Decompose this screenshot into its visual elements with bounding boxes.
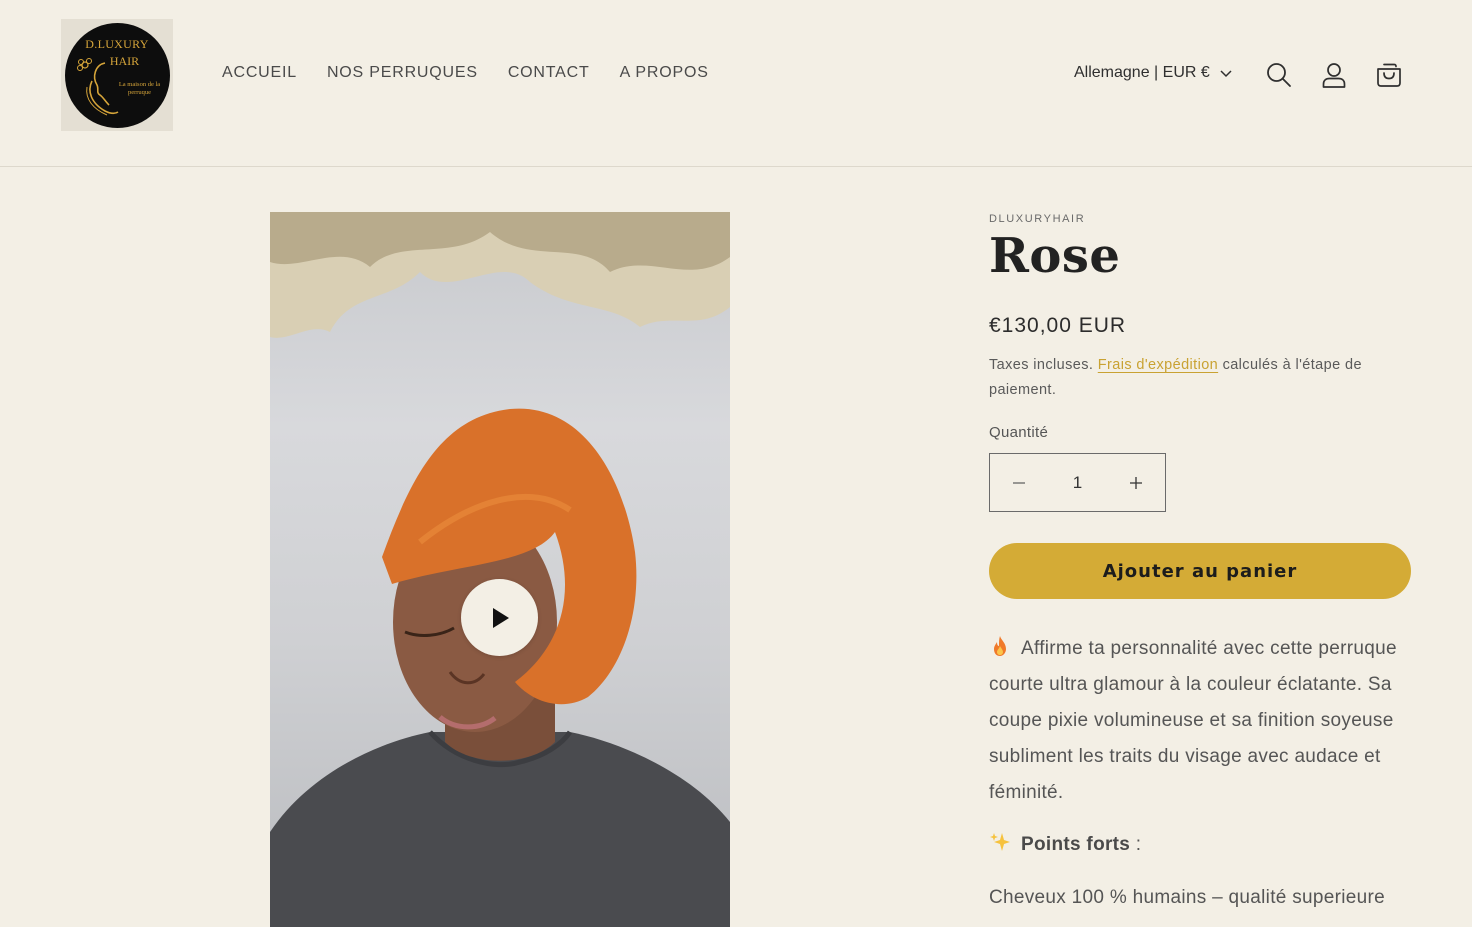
product-video-frame (270, 212, 730, 927)
add-to-cart-button[interactable]: Ajouter au panier (989, 543, 1411, 599)
product-price: €130,00 EUR (989, 314, 1127, 337)
play-video-button[interactable] (461, 579, 538, 656)
logo-badge: D.LUXURY HAIR La maison de la perruque (64, 22, 170, 128)
quantity-increase-button[interactable] (1107, 454, 1165, 511)
woman-silhouette-icon (76, 57, 118, 115)
logo-tagline: La maison de la perruque (118, 80, 161, 96)
nav-item-contact[interactable]: CONTACT (508, 64, 590, 82)
tax-prefix: Taxes incluses. (989, 357, 1098, 373)
sparkles-icon (990, 833, 1010, 851)
country-currency-selector[interactable]: Allemagne | EUR € (1074, 64, 1233, 82)
nav-item-accueil[interactable]: ACCUEIL (222, 64, 297, 82)
search-button[interactable] (1263, 59, 1295, 91)
quantity-stepper (989, 453, 1166, 512)
plus-icon (1130, 476, 1142, 489)
store-logo[interactable]: D.LUXURY HAIR La maison de la perruque (61, 19, 173, 131)
highlights-heading: Points forts : (989, 831, 1141, 856)
quantity-decrease-button[interactable] (990, 454, 1048, 511)
main-navigation: ACCUEIL NOS PERRUQUES CONTACT A PROPOS (222, 64, 709, 82)
highlight-item: Cheveux 100 % humains – qualité superieu… (989, 887, 1386, 908)
product-title: Rose (989, 228, 1121, 284)
account-button[interactable] (1318, 59, 1350, 91)
nav-item-nos-perruques[interactable]: NOS PERRUQUES (327, 64, 478, 82)
cart-icon (1377, 63, 1401, 87)
chevron-down-icon (1220, 70, 1232, 78)
tax-shipping-note: Taxes incluses. Frais d'expédition calcu… (989, 353, 1389, 403)
search-icon (1267, 63, 1291, 87)
fire-icon (994, 636, 1006, 656)
quantity-label: Quantité (989, 424, 1049, 441)
minus-icon (1013, 481, 1025, 484)
cart-button[interactable] (1373, 59, 1405, 91)
highlights-colon: : (1130, 834, 1142, 855)
site-header: D.LUXURY HAIR La maison de la perruque A… (0, 0, 1472, 167)
play-icon (492, 607, 509, 628)
product-description: Affirme ta personnalité avec cette perru… (989, 631, 1419, 811)
product-vendor: DLUXURYHAIR (989, 213, 1086, 225)
logo-line-1: D.LUXURY (85, 36, 149, 51)
nav-item-a-propos[interactable]: A PROPOS (620, 64, 709, 82)
quantity-input[interactable] (1050, 472, 1105, 493)
country-currency-label: Allemagne | EUR € (1074, 64, 1210, 81)
description-text: Affirme ta personnalité avec cette perru… (989, 638, 1397, 803)
product-video[interactable] (270, 212, 730, 927)
account-icon (1322, 63, 1346, 88)
highlights-title: Points forts (1021, 834, 1131, 855)
shipping-policy-link[interactable]: Frais d'expédition (1098, 357, 1218, 373)
